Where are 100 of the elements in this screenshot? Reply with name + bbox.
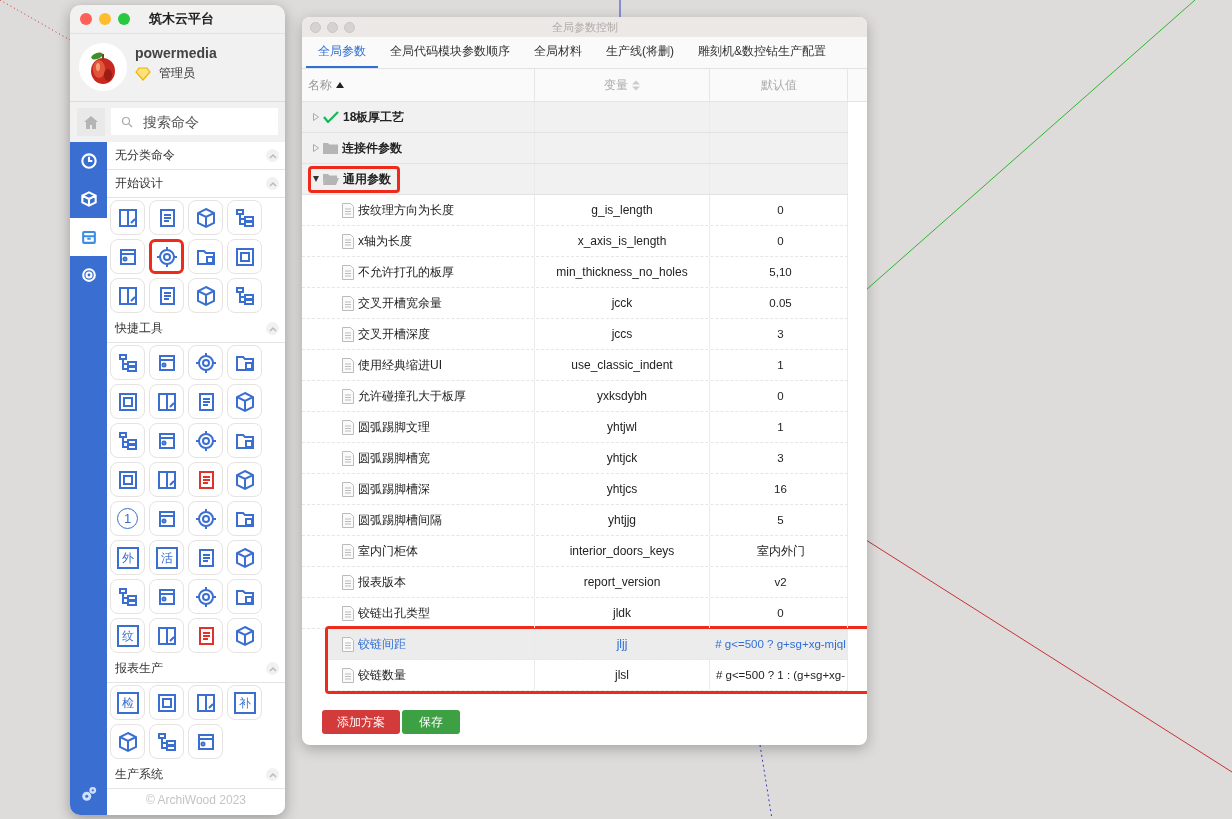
parameter-name: 圆弧踢脚槽宽 (358, 449, 430, 467)
user-name: powermedia (135, 45, 217, 61)
variable-cell: jldk (613, 606, 631, 620)
document-icon (342, 481, 354, 497)
document-icon (342, 264, 354, 280)
document-icon (342, 326, 354, 342)
variable-cell: g_is_length (591, 203, 653, 217)
axis-line (619, 0, 621, 18)
variable-cell: jljj (616, 637, 628, 651)
variable-cell: yxksdybh (597, 389, 647, 403)
section-title: 生产系统 (115, 766, 163, 783)
default-value-cell: 1 (777, 421, 784, 433)
tab[interactable]: 雕刻机&数控钻生产配置 (686, 37, 838, 68)
parameter-name: 铰链间距 (358, 635, 406, 653)
action-button[interactable]: 添加方案 (322, 710, 400, 734)
section-title: 无分类命令 (115, 147, 175, 164)
folder-icon (323, 142, 338, 154)
clock-icon (78, 151, 99, 171)
default-value-cell: 1 (777, 359, 784, 371)
parameter-name: 铰链数量 (358, 666, 406, 684)
diamond-icon (135, 66, 151, 81)
home-icon (83, 114, 99, 130)
chevron-up-icon (268, 325, 277, 332)
variable-cell: jcck (611, 296, 633, 310)
variable-cell: yhtjwl (607, 420, 637, 434)
default-value-cell: 16 (774, 483, 787, 495)
default-value-cell: 3 (777, 452, 784, 464)
tab[interactable]: 全局材料 (522, 37, 594, 68)
document-icon (342, 233, 354, 249)
close-button[interactable] (80, 13, 92, 25)
default-value-cell: 室内外门 (756, 543, 805, 559)
search-field[interactable]: 搜索命令 (111, 108, 278, 135)
tab[interactable]: 生产线(将删) (594, 37, 686, 68)
parameter-name: 允许碰撞孔大于板厚 (358, 387, 466, 405)
cube-icon (78, 189, 99, 209)
tool-button[interactable]: 1 (110, 501, 145, 536)
parameter-name: 使用经典缩进UI (358, 356, 442, 374)
variable-cell: interior_doors_keys (569, 544, 675, 558)
action-button[interactable]: 保存 (402, 710, 460, 734)
document-icon (342, 450, 354, 466)
default-value-cell: 0 (777, 204, 784, 216)
default-value-cell: 0.05 (769, 297, 792, 309)
parameter-name: 报表版本 (358, 573, 406, 591)
variable-cell: yhtjcs (606, 482, 638, 496)
group-name[interactable]: 18板厚工艺 (343, 108, 405, 126)
variable-cell: jccs (611, 327, 633, 341)
parameter-name: 铰链出孔类型 (358, 604, 430, 622)
settings-icon[interactable] (79, 785, 98, 803)
default-value-cell: # g<=500 ? 1 : (g+sg+xg- (715, 669, 846, 681)
default-value-cell: 3 (777, 328, 784, 340)
document-icon (342, 543, 354, 559)
parameter-name: 不允许打孔的板厚 (358, 263, 454, 281)
tool-button[interactable]: 补 (227, 685, 262, 720)
document-icon (342, 636, 354, 652)
section-title: 报表生产 (115, 660, 163, 677)
default-value-cell: # g<=500 ? g+sg+xg-mjql (715, 638, 846, 650)
chevron-up-icon (268, 771, 277, 778)
check-icon (323, 111, 339, 123)
open-folder-icon (323, 173, 339, 185)
document-icon (342, 512, 354, 528)
search-icon (121, 116, 133, 128)
variable-cell: yhtjjg (608, 513, 636, 527)
chevron-up-icon (268, 152, 277, 159)
chevron-up-icon (268, 665, 277, 672)
group-name[interactable]: 连接件参数 (342, 139, 402, 157)
document-icon (342, 388, 354, 404)
document-icon (342, 574, 354, 590)
parameter-name: 圆弧踢脚槽间隔 (358, 511, 442, 529)
parameter-name: 交叉开槽深度 (358, 325, 430, 343)
tool-button[interactable]: 纹 (110, 618, 145, 653)
variable-cell: yhtjck (606, 451, 638, 465)
default-value-cell: v2 (774, 576, 787, 588)
variable-cell: x_axis_is_length (577, 234, 667, 248)
document-icon (342, 667, 354, 683)
default-value-cell: 5,10 (769, 266, 792, 278)
parameter-name: 室内门柜体 (358, 542, 418, 560)
parameter-name: x轴为长度 (358, 232, 412, 250)
chevron-up-icon (268, 180, 277, 187)
section-title: 开始设计 (115, 175, 163, 192)
document-icon (342, 357, 354, 373)
tool-button[interactable]: 检 (110, 685, 145, 720)
parameter-name: 圆弧踢脚槽深 (358, 480, 430, 498)
expanded-arrow-icon[interactable] (313, 176, 319, 182)
sidebar-tab[interactable] (70, 218, 107, 256)
copyright-text: © ArchiWood 2023 (145, 792, 247, 809)
document-icon (342, 295, 354, 311)
user-role: 管理员 (159, 65, 195, 82)
default-value-cell: 0 (777, 235, 784, 247)
variable-cell: min_thickness_no_holes (556, 265, 688, 279)
parameter-name: 按纹理方向为长度 (358, 201, 454, 219)
tool-button[interactable]: 外 (110, 540, 145, 575)
document-icon (342, 202, 354, 218)
variable-cell: jlsl (615, 668, 629, 682)
tab[interactable]: 全局代码模块参数顺序 (378, 37, 522, 68)
group-name[interactable]: 通用参数 (343, 170, 391, 188)
tool-button[interactable]: 活 (149, 540, 184, 575)
default-value-cell: 0 (777, 607, 784, 619)
document-icon (342, 419, 354, 435)
variable-cell: report_version (583, 575, 661, 589)
column-header[interactable]: 名称 (302, 69, 535, 101)
